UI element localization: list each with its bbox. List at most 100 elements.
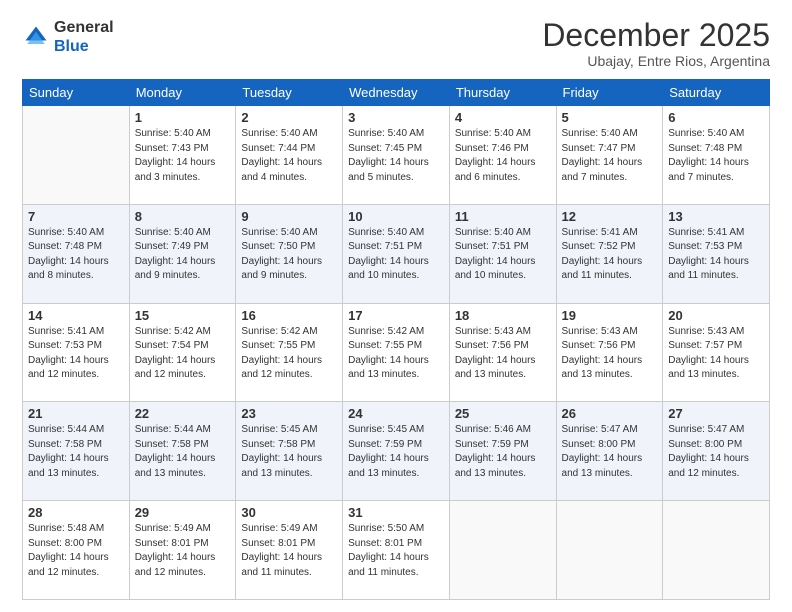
day-info: Sunrise: 5:40 AM Sunset: 7:51 PM Dayligh… bbox=[455, 226, 551, 284]
calendar-week-row: 21 Sunrise: 5:44 AM Sunset: 7:58 PM Dayli… bbox=[23, 402, 770, 501]
calendar-cell: 22 Sunrise: 5:44 AM Sunset: 7:58 PM Dayli… bbox=[129, 402, 236, 501]
logo-text: General Blue bbox=[54, 18, 114, 56]
day-info: Sunrise: 5:49 AM Sunset: 8:01 PM Dayligh… bbox=[135, 522, 231, 580]
day-info: Sunrise: 5:40 AM Sunset: 7:48 PM Dayligh… bbox=[28, 226, 124, 284]
day-info: Sunrise: 5:42 AM Sunset: 7:55 PM Dayligh… bbox=[241, 325, 337, 383]
calendar-week-row: 14Sunrise: 5:41 AM Sunset: 7:53 PM Dayli… bbox=[23, 303, 770, 402]
day-number: 27 bbox=[668, 406, 764, 421]
calendar-cell: 12 Sunrise: 5:41 AM Sunset: 7:52 PM Dayli… bbox=[556, 204, 663, 303]
day-info: Sunrise: 5:40 AM Sunset: 7:44 PM Dayligh… bbox=[241, 127, 337, 185]
day-info: Sunrise: 5:50 AM Sunset: 8:01 PM Dayligh… bbox=[348, 522, 444, 580]
day-number: 29 bbox=[135, 505, 231, 520]
day-info: Sunrise: 5:41 AM Sunset: 7:52 PM Dayligh… bbox=[562, 226, 658, 284]
day-info: Sunrise: 5:40 AM Sunset: 7:48 PM Dayligh… bbox=[668, 127, 764, 185]
calendar-cell: 5 Sunrise: 5:40 AM Sunset: 7:47 PM Daylig… bbox=[556, 106, 663, 205]
day-number: 21 bbox=[28, 406, 124, 421]
day-number: 31 bbox=[348, 505, 444, 520]
header-friday: Friday bbox=[556, 80, 663, 106]
day-info: Sunrise: 5:40 AM Sunset: 7:43 PM Dayligh… bbox=[135, 127, 231, 185]
day-number: 6 bbox=[668, 110, 764, 125]
day-info: Sunrise: 5:40 AM Sunset: 7:51 PM Dayligh… bbox=[348, 226, 444, 284]
logo-icon bbox=[22, 23, 50, 51]
title-block: December 2025 Ubajay, Entre Rios, Argent… bbox=[542, 18, 770, 69]
header-tuesday: Tuesday bbox=[236, 80, 343, 106]
day-number: 1 bbox=[135, 110, 231, 125]
day-info: Sunrise: 5:49 AM Sunset: 8:01 PM Dayligh… bbox=[241, 522, 337, 580]
calendar-cell: 26Sunrise: 5:47 AM Sunset: 8:00 PM Dayli… bbox=[556, 402, 663, 501]
calendar-cell: 16 Sunrise: 5:42 AM Sunset: 7:55 PM Dayli… bbox=[236, 303, 343, 402]
header-monday: Monday bbox=[129, 80, 236, 106]
day-info: Sunrise: 5:43 AM Sunset: 7:56 PM Dayligh… bbox=[562, 325, 658, 383]
day-info: Sunrise: 5:44 AM Sunset: 7:58 PM Dayligh… bbox=[135, 423, 231, 481]
calendar-cell bbox=[556, 501, 663, 600]
day-number: 4 bbox=[455, 110, 551, 125]
calendar-cell: 15Sunrise: 5:42 AM Sunset: 7:54 PM Dayli… bbox=[129, 303, 236, 402]
day-info: Sunrise: 5:46 AM Sunset: 7:59 PM Dayligh… bbox=[455, 423, 551, 481]
day-info: Sunrise: 5:48 AM Sunset: 8:00 PM Dayligh… bbox=[28, 522, 124, 580]
day-number: 24 bbox=[348, 406, 444, 421]
day-number: 8 bbox=[135, 209, 231, 224]
day-info: Sunrise: 5:40 AM Sunset: 7:50 PM Dayligh… bbox=[241, 226, 337, 284]
day-number: 11 bbox=[455, 209, 551, 224]
day-info: Sunrise: 5:45 AM Sunset: 7:59 PM Dayligh… bbox=[348, 423, 444, 481]
day-number: 20 bbox=[668, 308, 764, 323]
day-number: 5 bbox=[562, 110, 658, 125]
day-info: Sunrise: 5:41 AM Sunset: 7:53 PM Dayligh… bbox=[668, 226, 764, 284]
calendar-week-row: 1 Sunrise: 5:40 AM Sunset: 7:43 PM Daylig… bbox=[23, 106, 770, 205]
calendar-cell: 3Sunrise: 5:40 AM Sunset: 7:45 PM Daylig… bbox=[343, 106, 450, 205]
calendar-cell: 20 Sunrise: 5:43 AM Sunset: 7:57 PM Dayli… bbox=[663, 303, 770, 402]
header-saturday: Saturday bbox=[663, 80, 770, 106]
day-info: Sunrise: 5:42 AM Sunset: 7:55 PM Dayligh… bbox=[348, 325, 444, 383]
calendar-cell: 13Sunrise: 5:41 AM Sunset: 7:53 PM Dayli… bbox=[663, 204, 770, 303]
day-info: Sunrise: 5:44 AM Sunset: 7:58 PM Dayligh… bbox=[28, 423, 124, 481]
calendar-week-row: 28 Sunrise: 5:48 AM Sunset: 8:00 PM Dayli… bbox=[23, 501, 770, 600]
calendar-cell bbox=[663, 501, 770, 600]
calendar-cell: 30Sunrise: 5:49 AM Sunset: 8:01 PM Dayli… bbox=[236, 501, 343, 600]
day-info: Sunrise: 5:47 AM Sunset: 8:00 PM Dayligh… bbox=[562, 423, 658, 481]
day-info: Sunrise: 5:43 AM Sunset: 7:57 PM Dayligh… bbox=[668, 325, 764, 383]
calendar-cell: 14Sunrise: 5:41 AM Sunset: 7:53 PM Dayli… bbox=[23, 303, 130, 402]
day-number: 10 bbox=[348, 209, 444, 224]
day-info: Sunrise: 5:40 AM Sunset: 7:46 PM Dayligh… bbox=[455, 127, 551, 185]
calendar-cell: 28 Sunrise: 5:48 AM Sunset: 8:00 PM Dayli… bbox=[23, 501, 130, 600]
logo-blue: Blue bbox=[54, 38, 89, 55]
calendar-cell: 18 Sunrise: 5:43 AM Sunset: 7:56 PM Dayli… bbox=[449, 303, 556, 402]
calendar-table: Sunday Monday Tuesday Wednesday Thursday… bbox=[22, 79, 770, 600]
day-number: 2 bbox=[241, 110, 337, 125]
calendar-week-row: 7Sunrise: 5:40 AM Sunset: 7:48 PM Daylig… bbox=[23, 204, 770, 303]
day-number: 22 bbox=[135, 406, 231, 421]
day-number: 25 bbox=[455, 406, 551, 421]
calendar-cell: 31 Sunrise: 5:50 AM Sunset: 8:01 PM Dayli… bbox=[343, 501, 450, 600]
location-subtitle: Ubajay, Entre Rios, Argentina bbox=[542, 53, 770, 69]
calendar-cell: 17 Sunrise: 5:42 AM Sunset: 7:55 PM Dayli… bbox=[343, 303, 450, 402]
day-number: 12 bbox=[562, 209, 658, 224]
header-thursday: Thursday bbox=[449, 80, 556, 106]
day-info: Sunrise: 5:41 AM Sunset: 7:53 PM Dayligh… bbox=[28, 325, 124, 383]
day-number: 18 bbox=[455, 308, 551, 323]
day-number: 19 bbox=[562, 308, 658, 323]
day-info: Sunrise: 5:43 AM Sunset: 7:56 PM Dayligh… bbox=[455, 325, 551, 383]
day-info: Sunrise: 5:40 AM Sunset: 7:49 PM Dayligh… bbox=[135, 226, 231, 284]
calendar-cell: 19 Sunrise: 5:43 AM Sunset: 7:56 PM Dayli… bbox=[556, 303, 663, 402]
day-info: Sunrise: 5:40 AM Sunset: 7:47 PM Dayligh… bbox=[562, 127, 658, 185]
calendar-cell: 27 Sunrise: 5:47 AM Sunset: 8:00 PM Dayli… bbox=[663, 402, 770, 501]
day-number: 16 bbox=[241, 308, 337, 323]
day-info: Sunrise: 5:47 AM Sunset: 8:00 PM Dayligh… bbox=[668, 423, 764, 481]
header-sunday: Sunday bbox=[23, 80, 130, 106]
day-number: 28 bbox=[28, 505, 124, 520]
calendar-cell: 8 Sunrise: 5:40 AM Sunset: 7:49 PM Daylig… bbox=[129, 204, 236, 303]
month-title: December 2025 bbox=[542, 18, 770, 53]
weekday-header-row: Sunday Monday Tuesday Wednesday Thursday… bbox=[23, 80, 770, 106]
calendar-cell: 10 Sunrise: 5:40 AM Sunset: 7:51 PM Dayli… bbox=[343, 204, 450, 303]
day-info: Sunrise: 5:45 AM Sunset: 7:58 PM Dayligh… bbox=[241, 423, 337, 481]
calendar-cell: 2 Sunrise: 5:40 AM Sunset: 7:44 PM Daylig… bbox=[236, 106, 343, 205]
day-info: Sunrise: 5:40 AM Sunset: 7:45 PM Dayligh… bbox=[348, 127, 444, 185]
calendar-cell: 6 Sunrise: 5:40 AM Sunset: 7:48 PM Daylig… bbox=[663, 106, 770, 205]
calendar-cell bbox=[23, 106, 130, 205]
calendar-cell: 24 Sunrise: 5:45 AM Sunset: 7:59 PM Dayli… bbox=[343, 402, 450, 501]
day-number: 15 bbox=[135, 308, 231, 323]
calendar-cell: 4 Sunrise: 5:40 AM Sunset: 7:46 PM Daylig… bbox=[449, 106, 556, 205]
day-number: 17 bbox=[348, 308, 444, 323]
logo: General Blue bbox=[22, 18, 114, 56]
header: General Blue December 2025 Ubajay, Entre… bbox=[22, 18, 770, 69]
